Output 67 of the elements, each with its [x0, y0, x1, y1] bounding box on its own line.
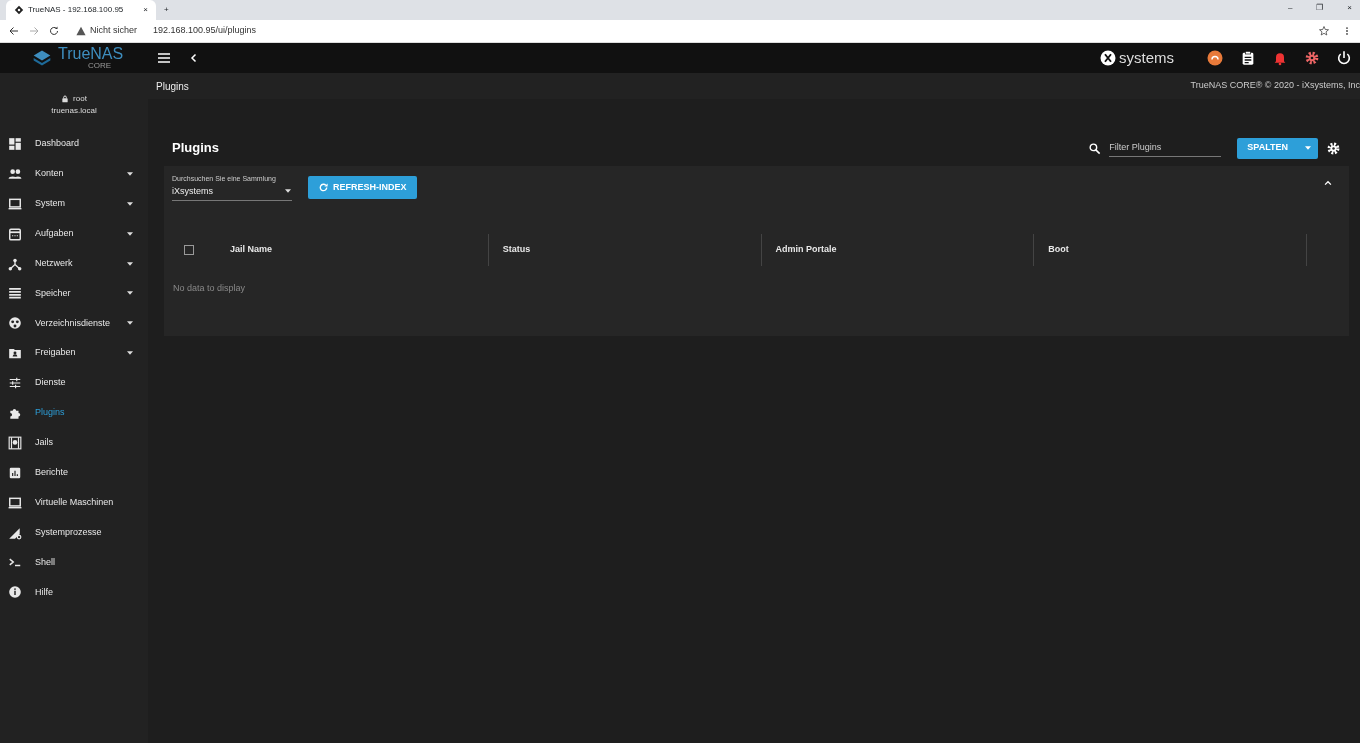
power-icon[interactable] [1336, 50, 1352, 66]
card-title: Plugins [172, 139, 219, 158]
jail-icon [8, 435, 22, 450]
close-window-button[interactable]: × [1347, 2, 1352, 14]
sidebar-item[interactable]: Aufgaben [0, 218, 148, 249]
sidebar-item[interactable]: Speicher [0, 278, 148, 309]
search-icon [1088, 141, 1102, 155]
caret-icon [1304, 144, 1312, 152]
star-icon[interactable] [1318, 25, 1330, 37]
sidebar-item[interactable]: Shell [0, 547, 148, 578]
site-icon [14, 5, 24, 15]
logo-text: TrueNAS [58, 46, 124, 62]
column-header[interactable]: Status [502, 243, 531, 257]
bell-icon[interactable] [1272, 50, 1288, 66]
sidebar-item[interactable]: Freigaben [0, 338, 148, 369]
column-header[interactable]: Boot [1048, 243, 1069, 257]
network-icon [8, 256, 22, 271]
sidebar-item[interactable]: Dienste [0, 368, 148, 398]
vendor-name: systems [1119, 47, 1174, 68]
select-all-checkbox[interactable] [184, 245, 194, 255]
host-name: truenas.local [51, 105, 97, 117]
folder-icon [8, 346, 22, 361]
new-tab-button[interactable]: + [164, 4, 169, 16]
sidebar-item[interactable]: Systemprozesse [0, 517, 148, 548]
dashboard-icon [8, 136, 22, 151]
people-icon [8, 166, 22, 181]
copyright-text: TrueNAS CORE® © 2020 - iXsystems, Inc [1190, 79, 1360, 93]
column-header[interactable]: Admin Portale [775, 243, 837, 257]
restore-button[interactable]: ❐ [1316, 2, 1324, 14]
sliders-icon [8, 376, 22, 391]
sidebar-item[interactable]: Virtuelle Maschinen [0, 487, 148, 518]
tab-title[interactable]: TrueNAS - 192.168.100.95 [28, 4, 140, 16]
empty-message: No data to display [173, 283, 246, 293]
filter-field[interactable]: Filter Plugins [1109, 138, 1222, 158]
refresh-icon [318, 182, 329, 193]
clipboard-icon[interactable] [1240, 50, 1256, 66]
laptop-icon [8, 196, 22, 211]
settings-icon[interactable] [1304, 50, 1320, 66]
breadcrumb: Plugins [156, 79, 189, 94]
user-name: root [73, 93, 87, 105]
info-icon [8, 585, 22, 600]
column-header[interactable]: Jail Name [230, 243, 273, 257]
sidebar-item[interactable]: Verzeichnisdienste [0, 308, 148, 339]
list-icon [8, 286, 22, 301]
settings-icon[interactable] [1326, 140, 1341, 156]
back-icon[interactable] [8, 25, 20, 37]
reload-icon[interactable] [48, 25, 60, 37]
menu-icon[interactable] [156, 50, 172, 66]
minimize-button[interactable]: – [1287, 2, 1293, 14]
sidebar-item[interactable]: Konten [0, 158, 148, 189]
logo-subtitle: CORE [88, 62, 113, 70]
sidebar-item[interactable]: Hilfe [0, 577, 148, 608]
calendar-icon [8, 226, 22, 241]
warning-icon [76, 26, 86, 36]
close-tab-button[interactable]: × [143, 4, 148, 16]
sidebar-item[interactable]: Plugins [0, 398, 148, 428]
sidebar-item[interactable]: Jails [0, 427, 148, 458]
sidebar-item[interactable]: Netzwerk [0, 248, 148, 279]
sidebar-item[interactable]: System [0, 188, 148, 219]
sidebar-item[interactable]: Berichte [0, 457, 148, 488]
url-field[interactable]: 192.168.100.95/ui/plugins [153, 24, 257, 38]
security-label[interactable]: Nicht sicher [90, 24, 137, 38]
sidebar-item[interactable]: Dashboard [0, 129, 148, 159]
laptop-icon [8, 495, 22, 510]
chart-icon [8, 465, 22, 480]
lock-icon [61, 95, 70, 103]
collapse-icon[interactable] [1323, 178, 1333, 188]
